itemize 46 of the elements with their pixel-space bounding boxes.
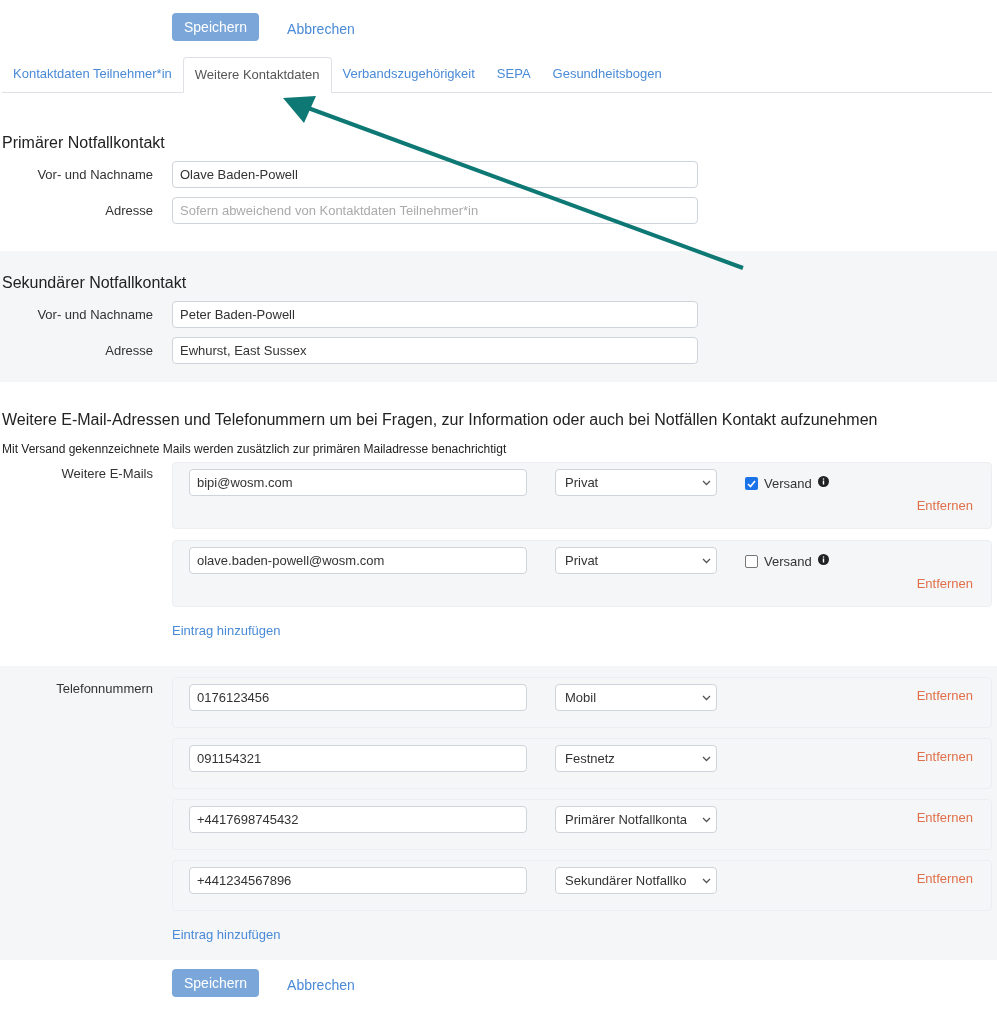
add-entry-link[interactable]: Eintrag hinzufügen [172,621,281,641]
chevron-down-icon [702,755,711,762]
chevron-down-icon [702,877,711,884]
type-select[interactable]: Festnetz [555,745,717,772]
text-field[interactable]: +441234567896 [189,867,527,894]
section-title: Primärer Notfallkontakt [1,133,166,153]
checkbox-label: Versand [764,553,812,571]
section-title: Weitere E-Mail-Adressen und Telefonummern um bei Fragen, zur Information oder auch bei Notfällen Kontakt aufzunehmen [2,410,879,430]
cancel-link[interactable]: Abbrechen [287,974,355,996]
text-field[interactable]: Peter Baden-Powell [172,301,698,328]
text-field[interactable]: bipi@wosm.com [189,469,527,496]
info-icon [817,476,829,487]
field-label: Adresse [104,201,153,220]
chevron-down-icon [702,479,711,486]
tab[interactable]: Gesundheitsbogen [541,56,673,92]
field-label: Vor- und Nachname [36,305,153,324]
group-label: Weitere E-Mails [60,465,153,483]
text-field[interactable]: 0176123456 [189,684,527,711]
chevron-down-icon [702,816,711,823]
tab[interactable]: SEPA [485,56,542,92]
type-select[interactable]: Privat [555,469,717,496]
tab[interactable]: Verbandszugehörigkeit [331,56,486,92]
text-field[interactable]: Sofern abweichend von Kontaktdaten Teilnehmer*in [172,197,698,224]
text-field[interactable]: Olave Baden-Powell [172,161,698,188]
chevron-down-icon [702,694,711,701]
field-label: Vor- und Nachname [36,165,153,184]
type-select[interactable]: Primärer Notfallkonta [555,806,717,833]
type-select[interactable]: Sekundärer Notfallko [555,867,717,894]
text-field[interactable]: Ewhurst, East Sussex [172,337,698,364]
type-select[interactable]: Mobil [555,684,717,711]
cancel-link[interactable]: Abbrechen [287,18,355,40]
checkbox[interactable] [745,555,758,568]
text-field[interactable]: 091154321 [189,745,527,772]
text-field[interactable]: +4417698745432 [189,806,527,833]
type-select[interactable]: Privat [555,547,717,574]
tab[interactable]: Kontaktdaten Teilnehmer*in [2,56,183,92]
checkbox[interactable] [745,477,758,490]
checkbox-label: Versand [764,475,812,493]
chevron-down-icon [702,557,711,564]
section-title: Sekundärer Notfallkontakt [1,273,188,293]
tab[interactable]: Weitere Kontaktdaten [182,57,332,93]
section-note: Mit Versand gekennzeichnete Mails werden zusätzlich zur primären Mailadresse benachrichtigt [2,441,508,458]
info-icon [817,554,829,565]
field-label: Adresse [104,341,153,360]
group-label: Telefonnummern [55,680,153,698]
text-field[interactable]: olave.baden-powell@wosm.com [189,547,527,574]
